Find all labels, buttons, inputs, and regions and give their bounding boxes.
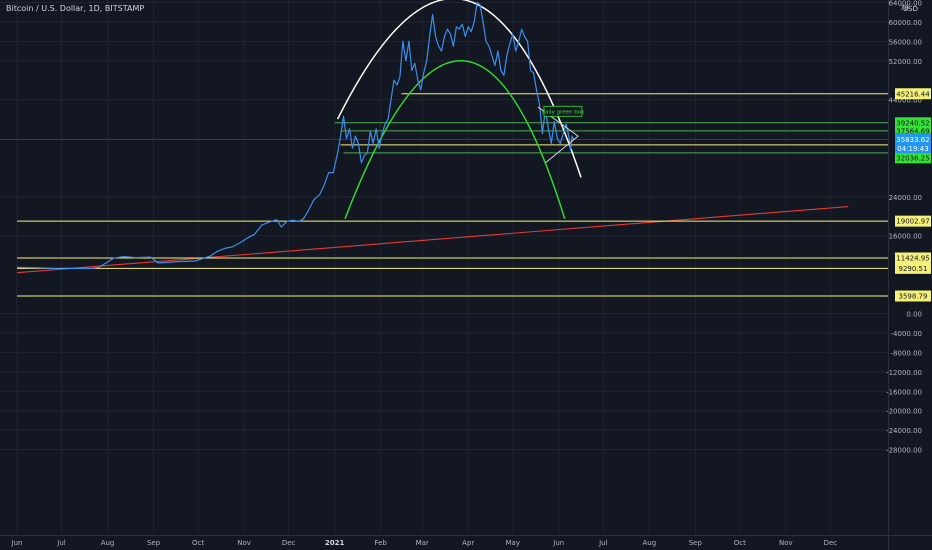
x-tick-label: Apr	[462, 539, 474, 547]
level-badge-label: 45216.44	[896, 90, 930, 98]
x-tick-label: Oct	[734, 539, 746, 547]
current-price-label: 35833.62	[896, 136, 929, 144]
x-tick-label: Jun	[552, 539, 564, 547]
chart-title: Bitcoin / U.S. Dollar, 1D, BITSTAMP	[6, 4, 145, 13]
x-tick-label: 2021	[325, 539, 345, 547]
x-tick-label: Sep	[147, 539, 161, 547]
x-tick-label: Nov	[237, 539, 251, 547]
price-chart[interactable]: 72000.0068000.0064000.0060000.0056000.00…	[0, 0, 932, 550]
y-tick-label: 52000.00	[889, 58, 922, 66]
x-tick-label: Mar	[416, 539, 429, 547]
x-tick-label: Dec	[824, 539, 838, 547]
price-series-line[interactable]	[16, 1, 575, 270]
red-trendline[interactable]	[16, 206, 849, 274]
x-tick-label: Aug	[101, 539, 115, 547]
level-badge-label: 11424.95	[896, 255, 929, 263]
x-tick-label: Jul	[56, 539, 66, 547]
x-tick-label: Sep	[689, 539, 703, 547]
y-tick-label: -16000.00	[886, 388, 922, 396]
level-badge-label: 9290.51	[899, 265, 928, 273]
level-badge-label: 3598.79	[899, 293, 928, 301]
x-tick-label: Feb	[374, 539, 387, 547]
countdown-label: 04:19:43	[897, 145, 928, 153]
y-tick-label: -12000.00	[886, 369, 922, 377]
y-tick-label: 0.00	[906, 311, 922, 319]
annotation-text: daily green box	[542, 109, 585, 115]
x-tick-label: Aug	[642, 539, 656, 547]
y-tick-label: -4000.00	[891, 330, 922, 338]
x-tick-label: May	[506, 539, 520, 547]
currency-label[interactable]: USD	[903, 5, 918, 13]
y-tick-label: 56000.00	[889, 38, 922, 46]
chart-container[interactable]: 72000.0068000.0064000.0060000.0056000.00…	[0, 0, 932, 550]
x-tick-label: Nov	[779, 539, 793, 547]
y-tick-label: -20000.00	[886, 408, 922, 416]
y-tick-label: -28000.00	[886, 447, 922, 455]
x-tick-label: Oct	[192, 539, 204, 547]
level-badge-label: 32036.25	[896, 154, 929, 162]
x-tick-label: Jul	[598, 539, 608, 547]
y-tick-label: -24000.00	[886, 427, 922, 435]
y-tick-label: 24000.00	[889, 194, 922, 202]
y-tick-label: 60000.00	[889, 19, 922, 27]
x-tick-label: Jun	[11, 539, 23, 547]
x-tick-label: Dec	[282, 539, 296, 547]
y-tick-label: 16000.00	[889, 233, 922, 241]
level-badge-label: 19002.97	[896, 218, 929, 226]
y-tick-label: -8000.00	[891, 349, 922, 357]
